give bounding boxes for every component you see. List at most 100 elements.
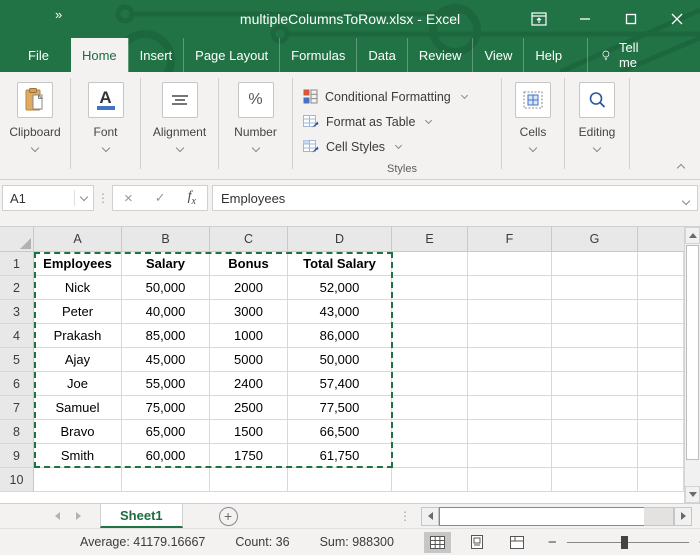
cell-G8[interactable]	[552, 420, 638, 444]
row-header-4[interactable]: 4	[0, 324, 34, 348]
cell-G7[interactable]	[552, 396, 638, 420]
tab-page-layout[interactable]: Page Layout	[183, 38, 279, 72]
cell-G5[interactable]	[552, 348, 638, 372]
cell-B9[interactable]: 60,000	[122, 444, 210, 468]
cell-F3[interactable]	[468, 300, 552, 324]
column-header-E[interactable]: E	[392, 227, 468, 252]
column-header-B[interactable]: B	[122, 227, 210, 252]
tab-help[interactable]: Help	[523, 38, 573, 72]
vertical-scroll-thumb[interactable]	[686, 245, 699, 460]
cell-A9[interactable]: Smith	[34, 444, 122, 468]
cell-G6[interactable]	[552, 372, 638, 396]
row-header-10[interactable]: 10	[0, 468, 34, 492]
cell-A3[interactable]: Peter	[34, 300, 122, 324]
tell-me-button[interactable]: Tell me	[587, 38, 658, 72]
cell-D7[interactable]: 77,500	[288, 396, 392, 420]
tab-insert[interactable]: Insert	[128, 38, 184, 72]
scroll-down-icon[interactable]	[685, 486, 700, 503]
cell-E9[interactable]	[392, 444, 468, 468]
cell-F10[interactable]	[468, 468, 552, 492]
cell-A10[interactable]	[34, 468, 122, 492]
cell-B2[interactable]: 50,000	[122, 276, 210, 300]
cell-C5[interactable]: 5000	[210, 348, 288, 372]
row-header-2[interactable]: 2	[0, 276, 34, 300]
tab-file[interactable]: File	[12, 38, 65, 72]
close-icon[interactable]	[654, 0, 700, 38]
cell-E1[interactable]	[392, 252, 468, 276]
collapse-ribbon-icon[interactable]	[677, 164, 685, 172]
cell-D3[interactable]: 43,000	[288, 300, 392, 324]
zoom-slider-handle[interactable]	[621, 536, 628, 549]
new-sheet-icon[interactable]: +	[219, 507, 238, 526]
tab-home[interactable]: Home	[71, 38, 128, 72]
page-layout-view-button[interactable]	[464, 532, 491, 553]
cell-C7[interactable]: 2500	[210, 396, 288, 420]
splitter-dots-icon[interactable]: ⋮	[399, 509, 411, 523]
format-as-table-button[interactable]: Format as Table	[303, 109, 431, 134]
cell-B10[interactable]	[122, 468, 210, 492]
cell-D4[interactable]: 86,000	[288, 324, 392, 348]
column-header-D[interactable]: D	[288, 227, 392, 252]
formula-bar-input[interactable]: Employees	[212, 185, 698, 211]
cell-B7[interactable]: 75,000	[122, 396, 210, 420]
row-header-1[interactable]: 1	[0, 252, 34, 276]
cell-B1[interactable]: Salary	[122, 252, 210, 276]
cell-A2[interactable]: Nick	[34, 276, 122, 300]
cell-A1[interactable]: Employees	[34, 252, 122, 276]
number-group-button[interactable]: % Number	[219, 72, 292, 179]
cell-B4[interactable]: 85,000	[122, 324, 210, 348]
cells-group-button[interactable]: Cells	[502, 72, 564, 179]
cell-C4[interactable]: 1000	[210, 324, 288, 348]
column-header-F[interactable]: F	[468, 227, 552, 252]
row-header-8[interactable]: 8	[0, 420, 34, 444]
zoom-in-icon[interactable]: +	[695, 534, 700, 551]
font-group-button[interactable]: A Font	[71, 72, 140, 179]
cell-D9[interactable]: 61,750	[288, 444, 392, 468]
conditional-formatting-button[interactable]: Conditional Formatting	[303, 84, 467, 109]
normal-view-button[interactable]	[424, 532, 451, 553]
cell-D5[interactable]: 50,000	[288, 348, 392, 372]
cell-E10[interactable]	[392, 468, 468, 492]
ribbon-display-options-icon[interactable]	[516, 0, 562, 38]
cell-F8[interactable]	[468, 420, 552, 444]
vertical-scrollbar[interactable]	[684, 227, 700, 503]
tab-view[interactable]: View	[472, 38, 523, 72]
cell-A6[interactable]: Joe	[34, 372, 122, 396]
cell-B3[interactable]: 40,000	[122, 300, 210, 324]
horizontal-scroll-track[interactable]	[644, 507, 674, 526]
cell-G9[interactable]	[552, 444, 638, 468]
enter-icon[interactable]: ✓	[155, 190, 166, 206]
row-header-6[interactable]: 6	[0, 372, 34, 396]
horizontal-scroll-thumb[interactable]	[439, 507, 644, 526]
cell-B8[interactable]: 65,000	[122, 420, 210, 444]
column-header-G[interactable]: G	[552, 227, 638, 252]
minimize-icon[interactable]	[562, 0, 608, 38]
tab-formulas[interactable]: Formulas	[279, 38, 356, 72]
cell-D6[interactable]: 57,400	[288, 372, 392, 396]
cell-D2[interactable]: 52,000	[288, 276, 392, 300]
cell-F2[interactable]	[468, 276, 552, 300]
page-break-preview-button[interactable]	[504, 532, 531, 553]
cell-A4[interactable]: Prakash	[34, 324, 122, 348]
alignment-group-button[interactable]: Alignment	[141, 72, 218, 179]
cell-E7[interactable]	[392, 396, 468, 420]
scroll-up-icon[interactable]	[685, 227, 700, 244]
select-all-button[interactable]	[0, 227, 34, 252]
cell-E4[interactable]	[392, 324, 468, 348]
cell-G2[interactable]	[552, 276, 638, 300]
editing-group-button[interactable]: Editing	[565, 72, 629, 179]
cell-F6[interactable]	[468, 372, 552, 396]
cell-D1[interactable]: Total Salary	[288, 252, 392, 276]
cell-C1[interactable]: Bonus	[210, 252, 288, 276]
insert-function-icon[interactable]: fx	[188, 189, 196, 207]
row-header-5[interactable]: 5	[0, 348, 34, 372]
tab-review[interactable]: Review	[407, 38, 473, 72]
row-header-9[interactable]: 9	[0, 444, 34, 468]
column-header-C[interactable]: C	[210, 227, 288, 252]
clipboard-group-button[interactable]: Clipboard	[0, 72, 70, 179]
name-box[interactable]: A1	[2, 185, 94, 211]
cell-G10[interactable]	[552, 468, 638, 492]
maximize-icon[interactable]	[608, 0, 654, 38]
column-header-A[interactable]: A	[34, 227, 122, 252]
cell-D10[interactable]	[288, 468, 392, 492]
